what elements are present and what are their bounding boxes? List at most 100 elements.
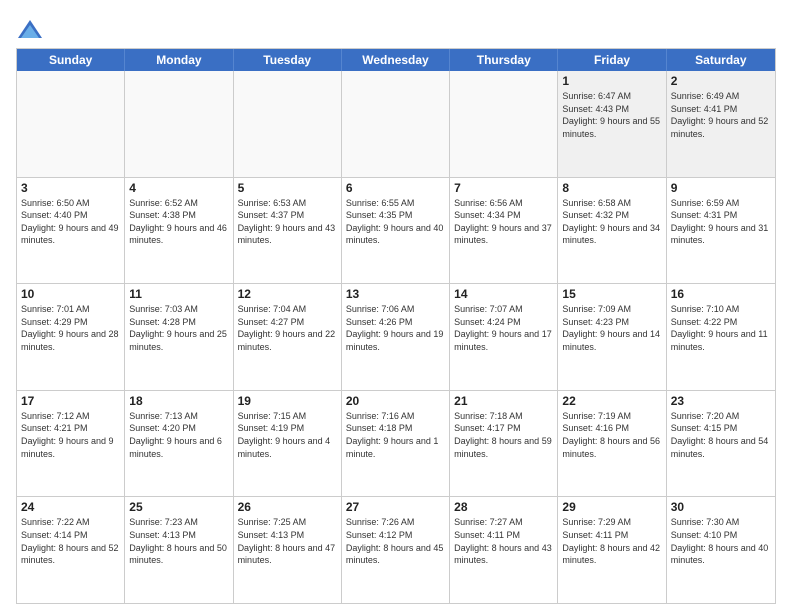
day-number: 1 xyxy=(562,74,661,88)
header-day-thursday: Thursday xyxy=(450,49,558,71)
day-cell-10: 10 Sunrise: 7:01 AM Sunset: 4:29 PM Dayli… xyxy=(17,284,125,390)
day-info: Sunrise: 6:50 AM Sunset: 4:40 PM Dayligh… xyxy=(21,197,120,247)
day-number: 6 xyxy=(346,181,445,195)
header-day-friday: Friday xyxy=(558,49,666,71)
day-number: 30 xyxy=(671,500,771,514)
day-cell-18: 18Sunrise: 7:13 AM Sunset: 4:20 PM Dayli… xyxy=(125,391,233,497)
day-number: 24 xyxy=(21,500,120,514)
day-cell-19: 19Sunrise: 7:15 AM Sunset: 4:19 PM Dayli… xyxy=(234,391,342,497)
week-row-2: 3 Sunrise: 6:50 AM Sunset: 4:40 PM Daylig… xyxy=(17,178,775,285)
day-cell-12: 12 Sunrise: 7:04 AM Sunset: 4:27 PM Dayli… xyxy=(234,284,342,390)
day-number: 16 xyxy=(671,287,771,301)
day-info: Sunrise: 6:55 AM Sunset: 4:35 PM Dayligh… xyxy=(346,197,445,247)
day-number: 25 xyxy=(129,500,228,514)
page: SundayMondayTuesdayWednesdayThursdayFrid… xyxy=(0,0,792,612)
day-number: 29 xyxy=(562,500,661,514)
day-info: Sunrise: 7:30 AM Sunset: 4:10 PM Dayligh… xyxy=(671,516,771,566)
day-info: Sunrise: 7:12 AM Sunset: 4:21 PM Dayligh… xyxy=(21,410,120,460)
day-number: 7 xyxy=(454,181,553,195)
day-cell-24: 24Sunrise: 7:22 AM Sunset: 4:14 PM Dayli… xyxy=(17,497,125,603)
day-info: Sunrise: 7:16 AM Sunset: 4:18 PM Dayligh… xyxy=(346,410,445,460)
day-cell-17: 17 Sunrise: 7:12 AM Sunset: 4:21 PM Dayli… xyxy=(17,391,125,497)
day-info: Sunrise: 7:29 AM Sunset: 4:11 PM Dayligh… xyxy=(562,516,661,566)
logo xyxy=(16,16,48,44)
day-info: Sunrise: 6:59 AM Sunset: 4:31 PM Dayligh… xyxy=(671,197,771,247)
day-info: Sunrise: 7:01 AM Sunset: 4:29 PM Dayligh… xyxy=(21,303,120,353)
day-cell-9: 9 Sunrise: 6:59 AM Sunset: 4:31 PM Daylig… xyxy=(667,178,775,284)
day-number: 13 xyxy=(346,287,445,301)
day-cell-20: 20 Sunrise: 7:16 AM Sunset: 4:18 PM Dayli… xyxy=(342,391,450,497)
calendar-header: SundayMondayTuesdayWednesdayThursdayFrid… xyxy=(17,49,775,71)
header-day-monday: Monday xyxy=(125,49,233,71)
day-number: 21 xyxy=(454,394,553,408)
day-cell-5: 5 Sunrise: 6:53 AM Sunset: 4:37 PM Daylig… xyxy=(234,178,342,284)
day-info: Sunrise: 6:47 AM Sunset: 4:43 PM Dayligh… xyxy=(562,90,661,140)
day-number: 5 xyxy=(238,181,337,195)
day-cell-23: 23 Sunrise: 7:20 AM Sunset: 4:15 PM Dayli… xyxy=(667,391,775,497)
day-cell-22: 22 Sunrise: 7:19 AM Sunset: 4:16 PM Dayli… xyxy=(558,391,666,497)
day-info: Sunrise: 6:52 AM Sunset: 4:38 PM Dayligh… xyxy=(129,197,228,247)
day-info: Sunrise: 7:18 AM Sunset: 4:17 PM Dayligh… xyxy=(454,410,553,460)
day-info: Sunrise: 7:25 AM Sunset: 4:13 PM Dayligh… xyxy=(238,516,337,566)
logo-icon xyxy=(16,16,44,44)
day-cell-7: 7 Sunrise: 6:56 AM Sunset: 4:34 PM Daylig… xyxy=(450,178,558,284)
day-cell-13: 13 Sunrise: 7:06 AM Sunset: 4:26 PM Dayli… xyxy=(342,284,450,390)
day-number: 3 xyxy=(21,181,120,195)
day-info: Sunrise: 7:19 AM Sunset: 4:16 PM Dayligh… xyxy=(562,410,661,460)
day-info: Sunrise: 7:07 AM Sunset: 4:24 PM Dayligh… xyxy=(454,303,553,353)
day-cell-21: 21 Sunrise: 7:18 AM Sunset: 4:17 PM Dayli… xyxy=(450,391,558,497)
day-number: 9 xyxy=(671,181,771,195)
header-day-wednesday: Wednesday xyxy=(342,49,450,71)
day-info: Sunrise: 7:15 AM Sunset: 4:19 PM Dayligh… xyxy=(238,410,337,460)
day-number: 4 xyxy=(129,181,228,195)
day-cell-14: 14 Sunrise: 7:07 AM Sunset: 4:24 PM Dayli… xyxy=(450,284,558,390)
day-info: Sunrise: 6:58 AM Sunset: 4:32 PM Dayligh… xyxy=(562,197,661,247)
day-number: 28 xyxy=(454,500,553,514)
day-number: 2 xyxy=(671,74,771,88)
header-day-sunday: Sunday xyxy=(17,49,125,71)
day-number: 8 xyxy=(562,181,661,195)
header xyxy=(16,12,776,44)
day-number: 17 xyxy=(21,394,120,408)
day-info: Sunrise: 7:06 AM Sunset: 4:26 PM Dayligh… xyxy=(346,303,445,353)
day-info: Sunrise: 7:09 AM Sunset: 4:23 PM Dayligh… xyxy=(562,303,661,353)
empty-cell xyxy=(17,71,125,177)
day-cell-2: 2Sunrise: 6:49 AM Sunset: 4:41 PM Daylig… xyxy=(667,71,775,177)
day-info: Sunrise: 7:03 AM Sunset: 4:28 PM Dayligh… xyxy=(129,303,228,353)
calendar-body: 1 Sunrise: 6:47 AM Sunset: 4:43 PM Daylig… xyxy=(17,71,775,604)
day-info: Sunrise: 7:26 AM Sunset: 4:12 PM Dayligh… xyxy=(346,516,445,566)
day-number: 11 xyxy=(129,287,228,301)
day-info: Sunrise: 7:13 AM Sunset: 4:20 PM Dayligh… xyxy=(129,410,228,460)
week-row-4: 17 Sunrise: 7:12 AM Sunset: 4:21 PM Dayli… xyxy=(17,391,775,498)
day-number: 12 xyxy=(238,287,337,301)
day-info: Sunrise: 7:20 AM Sunset: 4:15 PM Dayligh… xyxy=(671,410,771,460)
day-cell-25: 25 Sunrise: 7:23 AM Sunset: 4:13 PM Dayli… xyxy=(125,497,233,603)
day-cell-30: 30 Sunrise: 7:30 AM Sunset: 4:10 PM Dayli… xyxy=(667,497,775,603)
day-cell-3: 3 Sunrise: 6:50 AM Sunset: 4:40 PM Daylig… xyxy=(17,178,125,284)
day-cell-6: 6 Sunrise: 6:55 AM Sunset: 4:35 PM Daylig… xyxy=(342,178,450,284)
day-number: 26 xyxy=(238,500,337,514)
day-number: 22 xyxy=(562,394,661,408)
day-number: 20 xyxy=(346,394,445,408)
day-info: Sunrise: 7:04 AM Sunset: 4:27 PM Dayligh… xyxy=(238,303,337,353)
day-number: 10 xyxy=(21,287,120,301)
day-number: 14 xyxy=(454,287,553,301)
day-cell-4: 4 Sunrise: 6:52 AM Sunset: 4:38 PM Daylig… xyxy=(125,178,233,284)
day-info: Sunrise: 7:23 AM Sunset: 4:13 PM Dayligh… xyxy=(129,516,228,566)
day-info: Sunrise: 7:27 AM Sunset: 4:11 PM Dayligh… xyxy=(454,516,553,566)
empty-cell xyxy=(450,71,558,177)
day-cell-15: 15Sunrise: 7:09 AM Sunset: 4:23 PM Dayli… xyxy=(558,284,666,390)
day-cell-1: 1 Sunrise: 6:47 AM Sunset: 4:43 PM Daylig… xyxy=(558,71,666,177)
day-cell-8: 8 Sunrise: 6:58 AM Sunset: 4:32 PM Daylig… xyxy=(558,178,666,284)
day-cell-11: 11 Sunrise: 7:03 AM Sunset: 4:28 PM Dayli… xyxy=(125,284,233,390)
day-number: 27 xyxy=(346,500,445,514)
day-info: Sunrise: 6:53 AM Sunset: 4:37 PM Dayligh… xyxy=(238,197,337,247)
empty-cell xyxy=(125,71,233,177)
day-cell-27: 27 Sunrise: 7:26 AM Sunset: 4:12 PM Dayli… xyxy=(342,497,450,603)
week-row-5: 24Sunrise: 7:22 AM Sunset: 4:14 PM Dayli… xyxy=(17,497,775,604)
week-row-3: 10 Sunrise: 7:01 AM Sunset: 4:29 PM Dayli… xyxy=(17,284,775,391)
day-info: Sunrise: 6:56 AM Sunset: 4:34 PM Dayligh… xyxy=(454,197,553,247)
header-day-saturday: Saturday xyxy=(667,49,775,71)
day-number: 23 xyxy=(671,394,771,408)
day-cell-26: 26 Sunrise: 7:25 AM Sunset: 4:13 PM Dayli… xyxy=(234,497,342,603)
